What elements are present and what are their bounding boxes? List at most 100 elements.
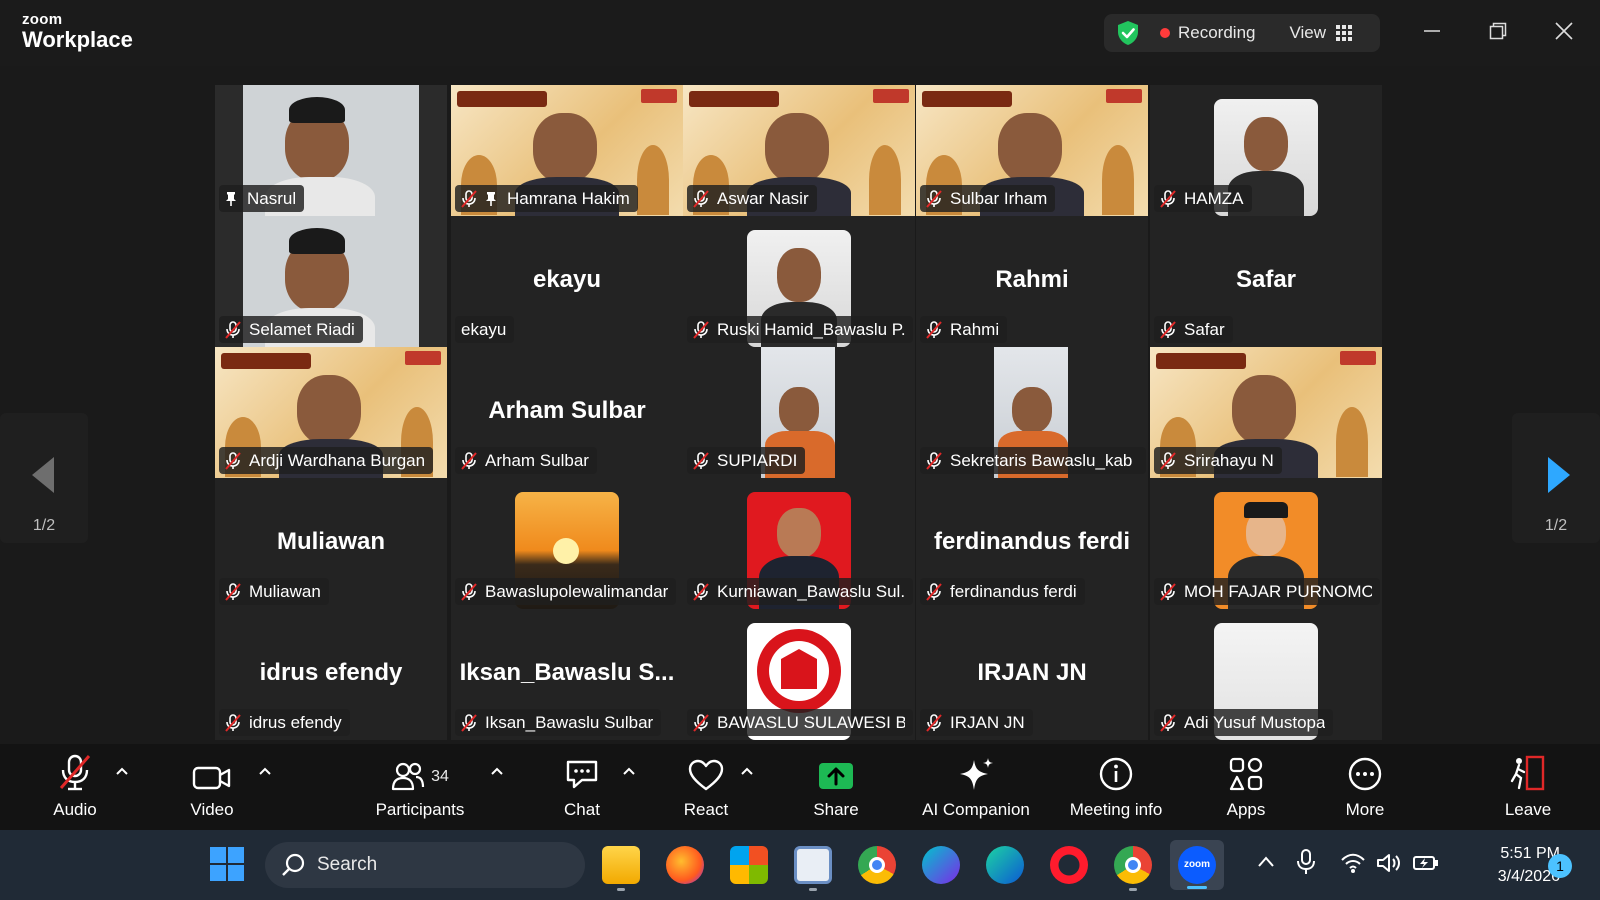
battery-charging-icon[interactable]: [1412, 852, 1440, 874]
minimize-button[interactable]: [1412, 14, 1452, 48]
participant-tile[interactable]: SUPIARDI: [683, 347, 915, 478]
video-button[interactable]: Video: [180, 744, 244, 830]
participant-tile[interactable]: ferdinandus ferdi ferdinandus ferdi: [916, 478, 1148, 609]
participant-tile[interactable]: Ardji Wardhana Burgan: [215, 347, 447, 478]
participant-tile[interactable]: Iksan_Bawaslu S... Iksan_Bawaslu Sulbar: [451, 609, 683, 740]
participant-name-tag: MOH FAJAR PURNOMO: [1154, 578, 1380, 605]
share-screen-icon: [819, 763, 853, 789]
leave-button[interactable]: Leave: [1502, 744, 1554, 830]
mic-muted-icon: [1160, 451, 1176, 470]
previous-page-button[interactable]: 1/2: [0, 413, 88, 543]
participant-tile[interactable]: Sekretaris Bawaslu_kab ...: [916, 347, 1148, 478]
windows-start-icon[interactable]: [208, 845, 246, 883]
mic-muted-icon: [1160, 713, 1176, 732]
participant-name-tag: Arham Sulbar: [455, 447, 597, 474]
canva-icon[interactable]: [922, 846, 960, 884]
participant-big-name: ferdinandus ferdi: [933, 528, 1131, 555]
clock-time: 5:51 PM: [1500, 845, 1560, 862]
opera-icon[interactable]: [1050, 846, 1088, 884]
meeting-info-button[interactable]: Meeting info: [1062, 744, 1170, 830]
wifi-icon[interactable]: [1340, 852, 1366, 874]
participant-name: Safar: [1184, 319, 1225, 339]
participant-tile[interactable]: Sulbar Irham: [916, 85, 1148, 216]
participant-name-tag: IRJAN JN: [920, 709, 1033, 736]
participant-tile[interactable]: Adi Yusuf Mustopa: [1150, 609, 1382, 740]
mic-muted-icon: [926, 451, 942, 470]
running-indicator: [1129, 888, 1137, 891]
participant-tile[interactable]: Muliawan Muliawan: [215, 478, 447, 609]
participant-tile[interactable]: MOH FAJAR PURNOMO: [1150, 478, 1382, 609]
participant-tile[interactable]: Arham Sulbar Arham Sulbar: [451, 347, 683, 478]
participant-tile[interactable]: Hamrana Hakim: [451, 85, 683, 216]
taskbar-search[interactable]: Search: [265, 842, 585, 888]
volume-icon[interactable]: [1376, 852, 1402, 874]
more-button[interactable]: More: [1340, 744, 1390, 830]
chat-options-chevron-icon[interactable]: [622, 766, 636, 776]
react-button[interactable]: React: [680, 744, 732, 830]
participant-tile[interactable]: Bawaslupolewalimandar: [451, 478, 683, 609]
participant-name: HAMZA: [1184, 188, 1244, 208]
participant-tile[interactable]: Selamet Riadi: [215, 216, 447, 347]
participant-tile[interactable]: ekayu ekayu: [451, 216, 683, 347]
mic-muted-icon: [926, 582, 942, 601]
leave-door-icon: [1510, 755, 1545, 791]
participant-tile[interactable]: Rahmi Rahmi: [916, 216, 1148, 347]
show-hidden-icons-chevron-icon[interactable]: [1256, 852, 1276, 872]
search-icon: [282, 853, 305, 876]
participant-tile[interactable]: Nasrul: [215, 85, 447, 216]
apps-button[interactable]: Apps: [1222, 744, 1270, 830]
close-icon: [1555, 22, 1573, 40]
ai-companion-button[interactable]: AI Companion: [916, 744, 1036, 830]
mic-muted-icon: [926, 189, 942, 208]
file-explorer-icon[interactable]: [602, 846, 640, 884]
participant-big-name: ekayu: [532, 266, 602, 293]
share-button[interactable]: Share: [806, 744, 866, 830]
microphone-icon[interactable]: [1296, 848, 1316, 876]
notification-badge[interactable]: 1: [1548, 854, 1572, 878]
participant-tile[interactable]: HAMZA: [1150, 85, 1382, 216]
video-options-chevron-icon[interactable]: [258, 766, 272, 776]
participant-tile[interactable]: Srirahayu N: [1150, 347, 1382, 478]
mic-muted-icon: [461, 713, 477, 732]
restore-button[interactable]: [1478, 14, 1518, 48]
heart-icon: [688, 759, 724, 791]
arrow-left-icon: [32, 457, 54, 493]
edge-icon[interactable]: [986, 846, 1024, 884]
audio-button[interactable]: Audio: [42, 744, 108, 830]
participant-tile[interactable]: idrus efendy idrus efendy: [215, 609, 447, 740]
recording-label[interactable]: Recording: [1178, 23, 1256, 43]
participant-name-tag: Ruski Hamid_Bawaslu P...: [687, 316, 913, 343]
chat-button[interactable]: Chat: [560, 744, 604, 830]
participant-name-tag: Srirahayu N: [1154, 447, 1282, 474]
microsoft-store-icon[interactable]: [730, 846, 768, 884]
participant-tile[interactable]: Safar Safar: [1150, 216, 1382, 347]
chrome-profile-icon[interactable]: [1114, 846, 1152, 884]
participant-tile[interactable]: Kurniawan_Bawaslu Sul...: [683, 478, 915, 609]
zoom-logo: zoom Workplace: [22, 12, 133, 51]
participant-name: Bawaslupolewalimandar: [485, 581, 669, 601]
participant-name-tag: SUPIARDI: [687, 447, 806, 474]
arrow-right-icon: [1548, 457, 1570, 493]
participant-tile[interactable]: BAWASLU SULAWESI B...: [683, 609, 915, 740]
chrome-icon[interactable]: [858, 846, 896, 884]
system-clock[interactable]: 5:51 PM 3/4/2026: [1450, 842, 1560, 888]
notepad-icon[interactable]: [794, 846, 832, 884]
participant-tile[interactable]: Ruski Hamid_Bawaslu P...: [683, 216, 915, 347]
firefox-icon[interactable]: [666, 846, 704, 884]
participant-tile[interactable]: Aswar Nasir: [683, 85, 915, 216]
chat-icon: [566, 760, 598, 789]
running-indicator: [809, 888, 817, 891]
participant-tile[interactable]: IRJAN JN IRJAN JN: [916, 609, 1148, 740]
pin-icon: [486, 191, 496, 206]
participant-name: Hamrana Hakim: [507, 188, 630, 208]
view-button[interactable]: View: [1290, 23, 1353, 43]
mic-muted-icon: [225, 320, 241, 339]
participants-options-chevron-icon[interactable]: [490, 766, 504, 776]
next-page-button[interactable]: 1/2: [1512, 413, 1600, 543]
react-options-chevron-icon[interactable]: [740, 766, 754, 776]
close-button[interactable]: [1544, 14, 1584, 48]
shield-icon[interactable]: [1116, 20, 1140, 46]
zoom-taskbar-button[interactable]: zoom: [1170, 840, 1224, 890]
audio-options-chevron-icon[interactable]: [115, 766, 129, 776]
participants-button[interactable]: 34 Participants: [370, 744, 470, 830]
